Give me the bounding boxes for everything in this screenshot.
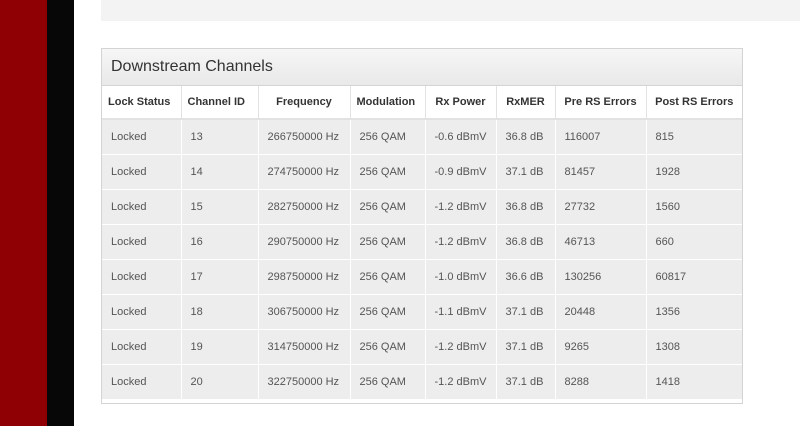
sidebar-red-stripe <box>0 0 47 426</box>
table-row: Locked 20 322750000 Hz 256 QAM -1.2 dBmV 37.1… <box>102 364 742 400</box>
cell-rxmer: 36.8 dB <box>496 224 556 260</box>
cell-rxmer: 36.8 dB <box>496 189 556 225</box>
cell-frequency: 266750000 Hz <box>258 119 351 155</box>
cell-post-rs-errors: 815 <box>646 119 742 155</box>
cell-rxmer: 36.8 dB <box>496 119 556 155</box>
cell-channel-id: 17 <box>181 259 259 295</box>
table-row: Locked 16 290750000 Hz 256 QAM -1.2 dBmV 36.8… <box>102 224 742 260</box>
cell-post-rs-errors: 1356 <box>646 294 742 330</box>
cell-rxmer: 37.1 dB <box>496 294 556 330</box>
header-pre-rs-errors: Pre RS Errors <box>555 86 647 120</box>
cell-lock-status: Locked <box>102 364 182 400</box>
cell-modulation: 256 QAM <box>350 119 426 155</box>
panel-heading: Downstream Channels <box>102 49 742 86</box>
downstream-channels-panel: Downstream Channels Lock Status Channel … <box>101 48 743 404</box>
downstream-channels-table: Lock Status Channel ID Frequency Modulat… <box>102 86 742 400</box>
cell-channel-id: 15 <box>181 189 259 225</box>
cell-rx-power: -1.2 dBmV <box>425 364 497 400</box>
cell-post-rs-errors: 1308 <box>646 329 742 365</box>
cell-pre-rs-errors: 9265 <box>555 329 647 365</box>
table-row: Locked 13 266750000 Hz 256 QAM -0.6 dBmV 36.8… <box>102 119 742 155</box>
table-row: Locked 18 306750000 Hz 256 QAM -1.1 dBmV 37.1… <box>102 294 742 330</box>
cell-channel-id: 19 <box>181 329 259 365</box>
cell-lock-status: Locked <box>102 119 182 155</box>
cell-rx-power: -1.1 dBmV <box>425 294 497 330</box>
router-status-page: Downstream Channels Lock Status Channel … <box>0 0 800 426</box>
table-body: Locked 13 266750000 Hz 256 QAM -0.6 dBmV 36.8… <box>102 119 742 400</box>
cell-channel-id: 16 <box>181 224 259 260</box>
header-frequency: Frequency <box>258 86 351 120</box>
cell-pre-rs-errors: 81457 <box>555 154 647 190</box>
cell-modulation: 256 QAM <box>350 224 426 260</box>
cell-pre-rs-errors: 27732 <box>555 189 647 225</box>
cell-lock-status: Locked <box>102 154 182 190</box>
cell-rx-power: -1.2 dBmV <box>425 329 497 365</box>
header-post-rs-errors: Post RS Errors <box>646 86 742 120</box>
cell-lock-status: Locked <box>102 294 182 330</box>
cell-rx-power: -0.6 dBmV <box>425 119 497 155</box>
cell-rxmer: 37.1 dB <box>496 364 556 400</box>
cell-frequency: 306750000 Hz <box>258 294 351 330</box>
cell-post-rs-errors: 1418 <box>646 364 742 400</box>
cell-channel-id: 18 <box>181 294 259 330</box>
cell-lock-status: Locked <box>102 329 182 365</box>
cell-lock-status: Locked <box>102 259 182 295</box>
cell-modulation: 256 QAM <box>350 154 426 190</box>
cell-post-rs-errors: 660 <box>646 224 742 260</box>
header-rx-power: Rx Power <box>425 86 497 120</box>
cell-rx-power: -1.2 dBmV <box>425 189 497 225</box>
cell-post-rs-errors: 60817 <box>646 259 742 295</box>
top-panel <box>101 0 800 21</box>
cell-frequency: 314750000 Hz <box>258 329 351 365</box>
table-row: Locked 19 314750000 Hz 256 QAM -1.2 dBmV 37.1… <box>102 329 742 365</box>
cell-rx-power: -1.0 dBmV <box>425 259 497 295</box>
cell-frequency: 322750000 Hz <box>258 364 351 400</box>
cell-rxmer: 36.6 dB <box>496 259 556 295</box>
cell-modulation: 256 QAM <box>350 364 426 400</box>
sidebar-black-stripe <box>47 0 74 426</box>
cell-channel-id: 14 <box>181 154 259 190</box>
cell-rxmer: 37.1 dB <box>496 154 556 190</box>
cell-frequency: 298750000 Hz <box>258 259 351 295</box>
cell-post-rs-errors: 1928 <box>646 154 742 190</box>
header-rxmer: RxMER <box>496 86 556 120</box>
cell-channel-id: 20 <box>181 364 259 400</box>
header-modulation: Modulation <box>350 86 426 120</box>
table-row: Locked 15 282750000 Hz 256 QAM -1.2 dBmV 36.8… <box>102 189 742 225</box>
cell-lock-status: Locked <box>102 189 182 225</box>
cell-modulation: 256 QAM <box>350 259 426 295</box>
table-row: Locked 17 298750000 Hz 256 QAM -1.0 dBmV 36.6… <box>102 259 742 295</box>
cell-frequency: 282750000 Hz <box>258 189 351 225</box>
cell-rxmer: 37.1 dB <box>496 329 556 365</box>
cell-modulation: 256 QAM <box>350 329 426 365</box>
cell-post-rs-errors: 1560 <box>646 189 742 225</box>
cell-rx-power: -0.9 dBmV <box>425 154 497 190</box>
table-row: Locked 14 274750000 Hz 256 QAM -0.9 dBmV 37.1… <box>102 154 742 190</box>
cell-lock-status: Locked <box>102 224 182 260</box>
cell-frequency: 274750000 Hz <box>258 154 351 190</box>
header-channel-id: Channel ID <box>181 86 259 120</box>
cell-frequency: 290750000 Hz <box>258 224 351 260</box>
cell-modulation: 256 QAM <box>350 294 426 330</box>
header-lock-status: Lock Status <box>102 86 182 120</box>
cell-pre-rs-errors: 46713 <box>555 224 647 260</box>
cell-channel-id: 13 <box>181 119 259 155</box>
table-header-row: Lock Status Channel ID Frequency Modulat… <box>102 86 742 120</box>
cell-rx-power: -1.2 dBmV <box>425 224 497 260</box>
cell-pre-rs-errors: 20448 <box>555 294 647 330</box>
cell-pre-rs-errors: 8288 <box>555 364 647 400</box>
cell-pre-rs-errors: 116007 <box>555 119 647 155</box>
cell-modulation: 256 QAM <box>350 189 426 225</box>
cell-pre-rs-errors: 130256 <box>555 259 647 295</box>
panel-title: Downstream Channels <box>111 58 273 75</box>
